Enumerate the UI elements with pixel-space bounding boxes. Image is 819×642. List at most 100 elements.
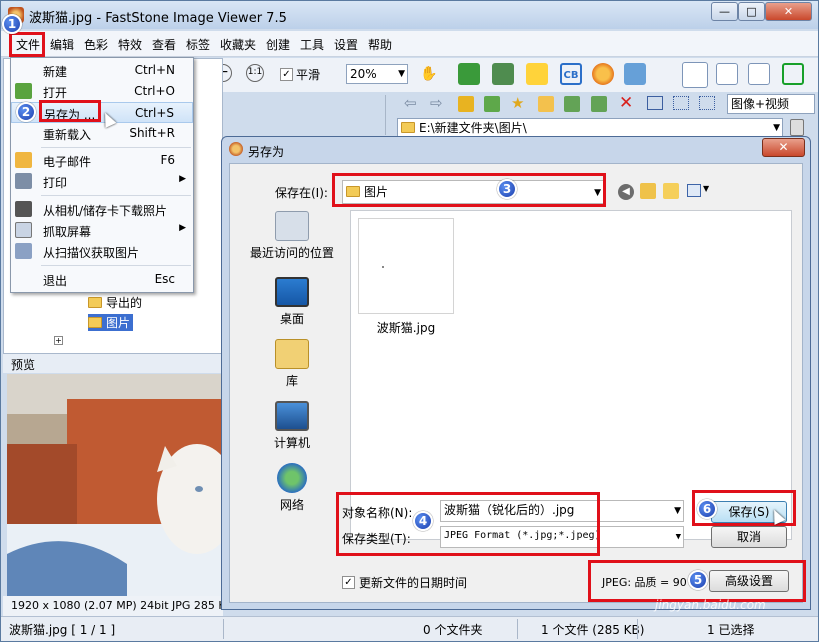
thumbnail-view-icon[interactable] — [647, 96, 663, 110]
tree-item-label: 导出的 — [106, 296, 143, 310]
resize-icon[interactable] — [492, 63, 514, 85]
refresh-icon[interactable] — [484, 96, 500, 112]
fullscreen-icon[interactable] — [782, 63, 804, 85]
menu-item-shortcut: Shift+R — [129, 126, 175, 140]
close-button[interactable]: ✕ — [765, 2, 812, 21]
place-label: 桌面 — [279, 312, 304, 326]
view-mode-select[interactable]: 图像+视频 — [727, 94, 815, 114]
window-title: 波斯猫.jpg - FastStone Image Viewer 7.5 — [29, 11, 287, 26]
menu-tools[interactable]: 工具 — [300, 36, 324, 53]
menu-effects[interactable]: 特效 — [118, 36, 142, 53]
slideshow-icon[interactable] — [458, 63, 480, 85]
update-date-checkbox[interactable]: ✓ — [342, 576, 355, 589]
place-library[interactable]: 库 — [246, 339, 338, 389]
trash-icon[interactable] — [790, 119, 804, 136]
new-folder-icon[interactable] — [663, 183, 679, 199]
file-thumbnail[interactable] — [358, 218, 454, 314]
menu-edit[interactable]: 编辑 — [50, 36, 74, 53]
menu-item-new[interactable]: 新建 Ctrl+N — [11, 60, 193, 81]
menu-item-label: 抓取屏幕 — [43, 225, 92, 239]
details-view-icon[interactable] — [699, 96, 715, 110]
menu-item-reload[interactable]: 重新载入 Shift+R — [11, 123, 193, 144]
favorite-star-icon[interactable]: ★ — [511, 94, 524, 112]
menu-item-exit[interactable]: 退出 Esc — [11, 269, 193, 290]
menu-item-shortcut: F6 — [160, 153, 175, 167]
pane-divider — [385, 95, 386, 135]
toolbar: − 1:1 ✓ 平滑 20% ▼ ✋ CB — [196, 58, 818, 92]
menu-item-label: 打开 — [43, 86, 68, 100]
place-label: 计算机 — [273, 436, 310, 450]
menu-item-capture-screen[interactable]: 抓取屏幕 ▶ — [11, 220, 193, 241]
address-path: E:\新建文件夹\图片\ — [419, 121, 527, 135]
menu-item-download-camera[interactable]: 从相机/储存卡下载照片 — [11, 199, 193, 220]
menu-view[interactable]: 查看 — [152, 36, 176, 53]
menu-item-label: 电子邮件 — [43, 155, 92, 169]
preview-image — [7, 374, 221, 596]
camera-icon — [15, 201, 32, 217]
move-to-icon[interactable] — [591, 96, 607, 112]
folder-icon — [88, 297, 102, 308]
new-folder-icon[interactable] — [538, 96, 554, 112]
parent-folder-icon[interactable] — [458, 96, 474, 112]
highlight-box-filename — [336, 492, 600, 556]
menu-help[interactable]: 帮助 — [368, 36, 392, 53]
portrait-layout-icon[interactable] — [716, 63, 738, 85]
place-recent[interactable]: 最近访问的位置 — [246, 211, 338, 261]
minimize-button[interactable]: — — [711, 2, 738, 21]
back-icon[interactable]: ⇦ — [404, 94, 417, 112]
menu-item-open[interactable]: 打开 Ctrl+O — [11, 81, 193, 102]
highlight-box-save-as — [39, 100, 101, 122]
checklist-icon[interactable] — [624, 63, 646, 85]
place-computer[interactable]: 计算机 — [246, 401, 338, 451]
place-desktop[interactable]: 桌面 — [246, 277, 338, 327]
forward-icon[interactable]: ⇨ — [430, 94, 443, 112]
tree-item-pictures[interactable]: 图片 — [88, 314, 134, 331]
status-folders: 0 个文件夹 — [423, 623, 483, 637]
zoom-select[interactable]: 20% ▼ — [346, 64, 408, 84]
menu-separator — [41, 265, 191, 266]
view-menu-icon[interactable] — [687, 184, 701, 197]
status-file: 波斯猫.jpg [ 1 / 1 ] — [9, 623, 116, 637]
actual-size-icon[interactable]: 1:1 — [246, 64, 264, 82]
menu-item-email[interactable]: 电子邮件 F6 — [11, 150, 193, 171]
menu-item-scanner[interactable]: 从扫描仪获取图片 — [11, 241, 193, 262]
copy-to-icon[interactable] — [564, 96, 580, 112]
submenu-arrow-icon: ▶ — [179, 174, 186, 184]
list-view-icon[interactable] — [673, 96, 689, 110]
delete-icon[interactable]: ✕ — [619, 93, 633, 113]
menu-color[interactable]: 色彩 — [84, 36, 108, 53]
maximize-button[interactable]: □ — [738, 2, 765, 21]
network-icon — [277, 463, 307, 493]
step-badge-6: 6 — [697, 499, 717, 519]
address-bar[interactable]: E:\新建文件夹\图片\ ▼ — [397, 118, 783, 138]
tree-item-exported[interactable]: 导出的 — [88, 294, 142, 311]
cancel-button[interactable]: 取消 — [711, 526, 787, 548]
expand-icon[interactable]: + — [54, 336, 63, 345]
person-view-icon[interactable] — [748, 63, 770, 85]
menu-settings[interactable]: 设置 — [334, 36, 358, 53]
colors-icon[interactable]: CB — [560, 63, 582, 85]
browser-layout-icon[interactable] — [682, 62, 708, 88]
back-icon[interactable]: ◀ — [618, 184, 634, 200]
folder-icon — [401, 122, 415, 133]
smooth-label: 平滑 — [296, 68, 321, 82]
effects-sun-icon[interactable] — [592, 63, 614, 85]
dialog-close-button[interactable]: ✕ — [762, 138, 805, 157]
menu-tags[interactable]: 标签 — [186, 36, 210, 53]
chevron-down-icon[interactable]: ▼ — [703, 184, 709, 193]
file-menu-dropdown: 新建 Ctrl+N 打开 Ctrl+O 另存为 ... Ctrl+S 重新载入 … — [10, 57, 194, 293]
up-folder-icon[interactable] — [640, 183, 656, 199]
library-icon — [275, 339, 309, 369]
zoom-value: 20% — [350, 67, 377, 81]
place-network[interactable]: 网络 — [246, 463, 338, 513]
menu-create[interactable]: 创建 — [266, 36, 290, 53]
status-divider — [517, 619, 518, 639]
printer-icon — [15, 173, 32, 189]
menu-favorites[interactable]: 收藏夹 — [220, 36, 256, 53]
hand-tool-icon[interactable]: ✋ — [418, 63, 440, 85]
smooth-checkbox[interactable]: ✓ — [280, 68, 293, 81]
highlight-box-file-menu — [9, 32, 45, 57]
crop-icon[interactable] — [526, 63, 548, 85]
menu-item-print[interactable]: 打印 ▶ — [11, 171, 193, 192]
save-in-label: 保存在(I): — [275, 186, 328, 200]
